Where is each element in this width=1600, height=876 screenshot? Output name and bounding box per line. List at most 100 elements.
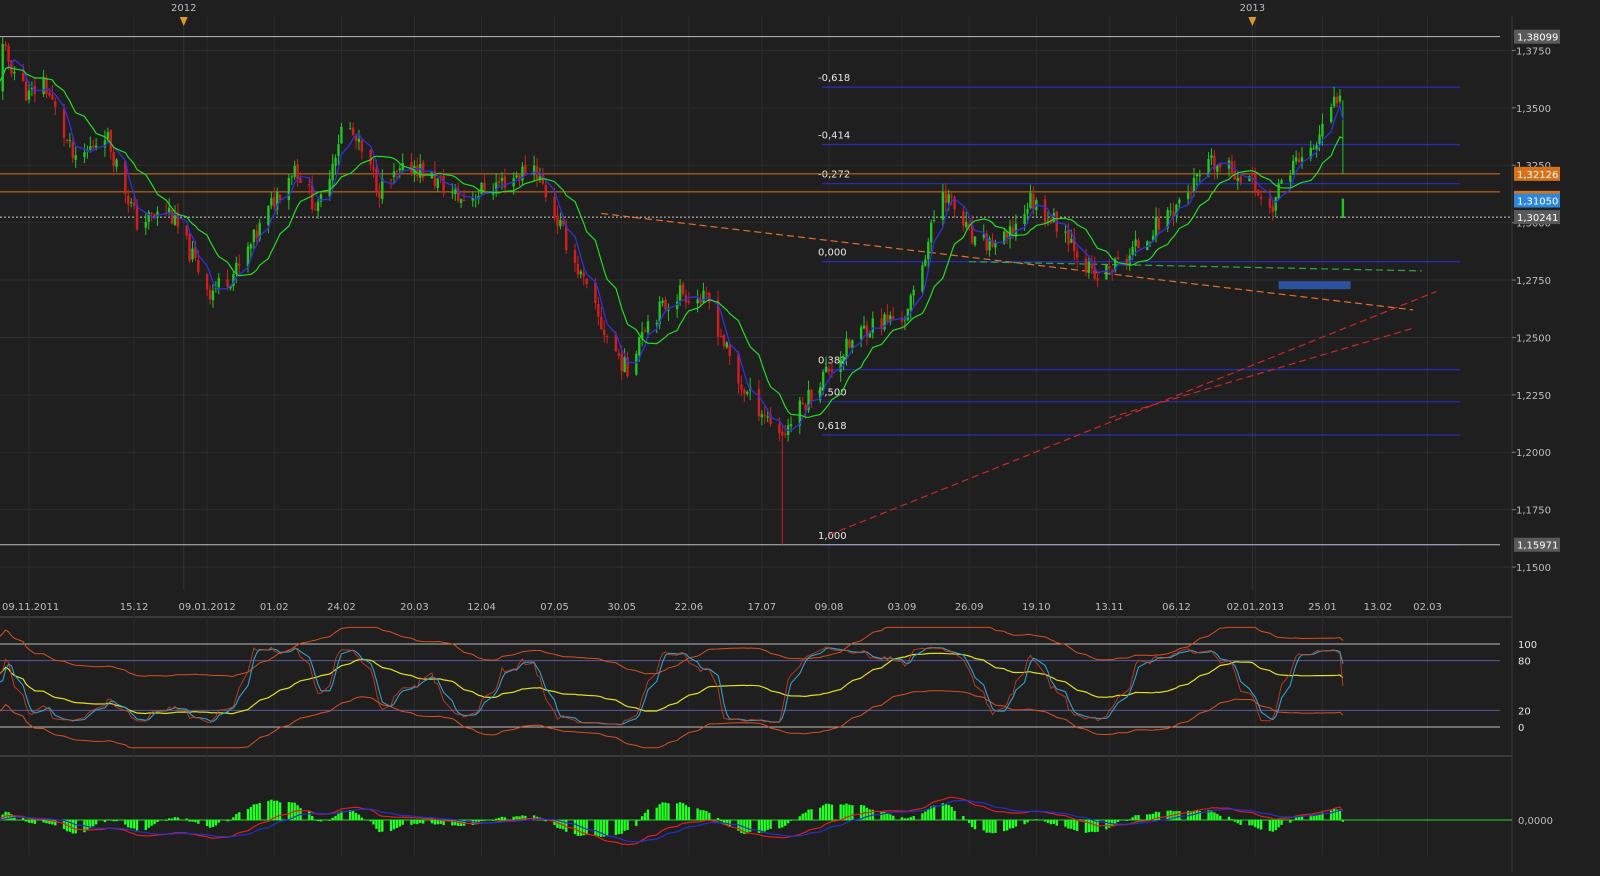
- candle-body: [862, 325, 866, 329]
- candle-body: [150, 212, 153, 214]
- candle-body: [1315, 145, 1318, 150]
- macd-histogram-bar: [687, 807, 691, 820]
- price-axis-label: 1,2000: [1516, 448, 1551, 459]
- macd-histogram-bar: [778, 820, 781, 829]
- macd-histogram-bar: [197, 820, 200, 824]
- candle-body: [51, 94, 54, 100]
- macd-histogram-bar: [375, 820, 378, 829]
- macd-histogram-bar: [973, 820, 977, 830]
- candle-body: [576, 263, 580, 275]
- price-tag-label: 1,32126: [1517, 170, 1558, 181]
- candle-body: [1256, 189, 1260, 196]
- candle-body: [13, 72, 16, 74]
- macd-histogram-bar: [865, 807, 869, 820]
- macd-histogram-bar: [614, 820, 618, 836]
- candle-body: [378, 190, 381, 199]
- macd-histogram-bar: [115, 820, 118, 822]
- macd-histogram-bar: [600, 820, 603, 837]
- macd-histogram-bar: [1049, 820, 1053, 825]
- candle-body: [92, 145, 95, 148]
- macd-histogram-bar: [436, 820, 439, 825]
- macd-histogram-bar: [597, 820, 600, 837]
- macd-histogram-bar: [576, 820, 580, 836]
- candle-body: [950, 195, 953, 197]
- macd-histogram-bar: [392, 820, 396, 830]
- macd-histogram-bar: [30, 820, 34, 824]
- candle-body: [909, 295, 912, 311]
- candle-body: [892, 316, 895, 320]
- macd-histogram-bar: [1341, 820, 1345, 822]
- macd-histogram-bar: [1213, 812, 1216, 820]
- price-tag-label: 1,31050: [1517, 197, 1558, 208]
- candle-body: [45, 77, 48, 95]
- macd-histogram-bar: [985, 820, 988, 833]
- macd-histogram-bar: [1236, 820, 1239, 824]
- candle-body: [1271, 206, 1274, 212]
- candle-body: [845, 338, 848, 357]
- macd-histogram-bar: [912, 816, 915, 820]
- macd-histogram-bar: [226, 820, 229, 822]
- macd-histogram-bar: [655, 807, 658, 820]
- macd-histogram-bar: [27, 820, 31, 823]
- candle-body: [290, 176, 293, 178]
- candle-body: [760, 414, 764, 418]
- macd-histogram-bar: [1329, 810, 1333, 820]
- candle-body: [68, 140, 72, 142]
- macd-histogram-bar: [278, 802, 282, 820]
- macd-histogram-bar: [617, 820, 620, 835]
- candle-body: [340, 126, 343, 144]
- candle-body: [585, 278, 588, 285]
- candle-body: [1075, 251, 1079, 258]
- macd-histogram-bar: [127, 820, 130, 828]
- candle-body: [1096, 277, 1099, 281]
- macd-histogram-bar: [1128, 819, 1131, 821]
- candle-body: [801, 402, 804, 405]
- trading-chart[interactable]: 20122013-0,618-0,414-0,2720,0000,3820,50…: [0, 0, 1600, 872]
- macd-zero-label: 0,0000: [1518, 816, 1553, 827]
- candle-body: [71, 141, 74, 159]
- fib-level-label: 1,000: [818, 531, 847, 542]
- macd-histogram-bar: [1023, 820, 1026, 825]
- candle-body: [620, 353, 623, 372]
- candle-body: [436, 178, 439, 188]
- macd-histogram-bar: [623, 820, 626, 831]
- macd-histogram-bar: [296, 805, 299, 820]
- macd-histogram-bar: [492, 820, 495, 821]
- macd-histogram-bar: [1195, 810, 1199, 820]
- macd-histogram-bar: [965, 819, 968, 821]
- macd-histogram-bar: [909, 817, 912, 820]
- macd-histogram-bar: [480, 820, 483, 822]
- macd-histogram-bar: [1332, 808, 1336, 820]
- macd-histogram-bar: [859, 804, 863, 820]
- macd-histogram-bar: [331, 817, 334, 820]
- macd-histogram-bar: [1280, 820, 1283, 825]
- macd-histogram-bar: [165, 820, 168, 821]
- candle-body: [109, 129, 112, 152]
- macd-histogram-bar: [401, 820, 404, 825]
- macd-histogram-bar: [421, 820, 425, 824]
- macd-histogram-bar: [211, 820, 215, 828]
- candle-body: [664, 299, 667, 309]
- candle-body: [1210, 155, 1213, 158]
- macd-histogram-bar: [1178, 811, 1181, 820]
- candle-body: [112, 152, 115, 166]
- candle-body: [579, 271, 583, 275]
- candle-body: [1026, 209, 1029, 214]
- candle-body: [886, 314, 889, 322]
- candle-body: [1239, 176, 1242, 183]
- candle-body: [217, 278, 220, 288]
- macd-histogram-bar: [311, 815, 314, 820]
- macd-histogram-bar: [868, 809, 872, 820]
- candle-body: [398, 168, 402, 171]
- date-axis-label: 07.05: [540, 602, 569, 613]
- candle-body: [544, 185, 547, 197]
- candle-body: [810, 389, 813, 402]
- macd-histogram-bar: [620, 820, 623, 834]
- candle-body: [559, 220, 562, 227]
- stochastic-level-label: 0: [1518, 723, 1524, 734]
- candle-body: [497, 180, 501, 183]
- macd-histogram-bar: [500, 816, 504, 820]
- macd-histogram-bar: [994, 820, 997, 833]
- date-axis-label: 13.11: [1095, 602, 1124, 613]
- macd-histogram-bar: [1026, 820, 1029, 823]
